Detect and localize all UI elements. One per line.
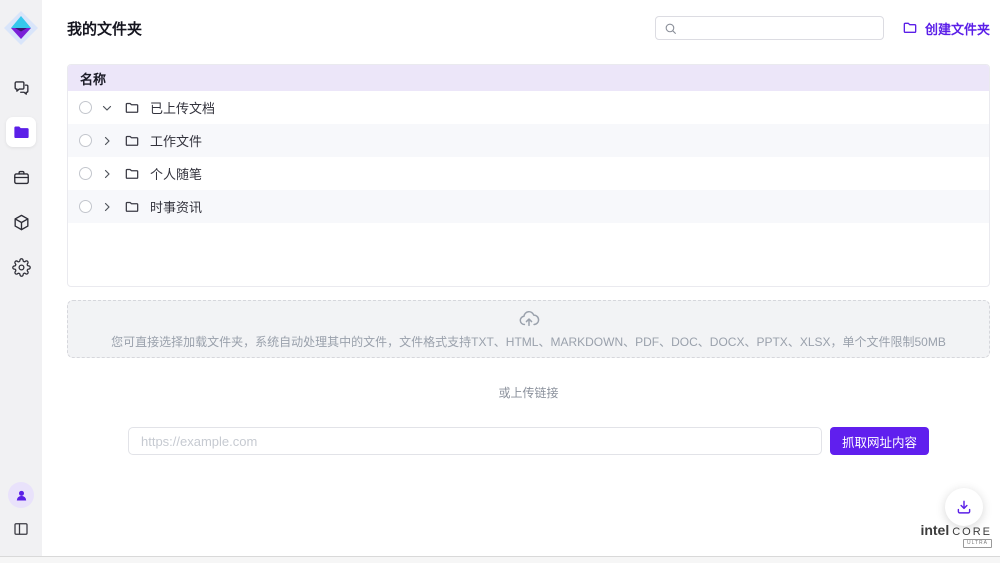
app-window: 我的文件夹 创建文件夹 bbox=[0, 0, 1000, 563]
table-header-name: 名称 bbox=[68, 65, 989, 91]
folder-table: 名称 已上传文档 bbox=[67, 64, 990, 287]
upload-dropzone[interactable]: 您可直接选择加载文件夹，系统自动处理其中的文件，文件格式支持TXT、HTML、M… bbox=[67, 300, 990, 358]
download-icon bbox=[955, 498, 973, 516]
cube-icon bbox=[12, 213, 31, 232]
person-icon bbox=[14, 488, 29, 503]
folder-row-news[interactable]: 时事资讯 bbox=[68, 190, 989, 223]
fetch-url-button[interactable]: 抓取网址内容 bbox=[830, 427, 929, 455]
folder-icon bbox=[124, 100, 140, 116]
row-checkbox[interactable] bbox=[79, 134, 92, 147]
or-upload-link-label: 或上传链接 bbox=[67, 384, 990, 401]
panel-layout-icon bbox=[12, 520, 30, 538]
folder-row-personal-notes[interactable]: 个人随笔 bbox=[68, 157, 989, 190]
ultra-badge: ultra bbox=[963, 539, 992, 548]
sidebar-item-models[interactable] bbox=[6, 207, 36, 237]
folder-row-label: 已上传文档 bbox=[150, 98, 215, 117]
gear-icon bbox=[12, 258, 31, 277]
chevron-down-icon[interactable] bbox=[100, 101, 114, 115]
search-input[interactable] bbox=[683, 21, 875, 35]
search-box bbox=[655, 16, 884, 40]
upload-hint-text: 您可直接选择加载文件夹，系统自动处理其中的文件，文件格式支持TXT、HTML、M… bbox=[111, 333, 946, 350]
chevron-right-icon[interactable] bbox=[100, 200, 114, 214]
cloud-upload-icon bbox=[518, 308, 540, 330]
folder-row-work-files[interactable]: 工作文件 bbox=[68, 124, 989, 157]
sidebar-item-toolbox[interactable] bbox=[6, 162, 36, 192]
sidebar-item-folders[interactable] bbox=[6, 117, 36, 147]
download-fab-button[interactable] bbox=[945, 488, 983, 526]
row-checkbox[interactable] bbox=[79, 200, 92, 213]
chevron-right-icon[interactable] bbox=[100, 134, 114, 148]
folder-icon bbox=[124, 199, 140, 215]
app-logo bbox=[3, 10, 39, 46]
folder-row-label: 工作文件 bbox=[150, 131, 202, 150]
sidebar-nav bbox=[6, 72, 36, 282]
folder-row-label: 时事资讯 bbox=[150, 197, 202, 216]
collapse-sidebar-button[interactable] bbox=[8, 516, 34, 542]
row-checkbox[interactable] bbox=[79, 167, 92, 180]
url-upload-row: 抓取网址内容 bbox=[128, 427, 929, 455]
intel-core-logo: intel CORE ultra bbox=[920, 522, 992, 548]
folder-icon bbox=[12, 123, 31, 142]
topbar: 我的文件夹 创建文件夹 bbox=[42, 0, 1000, 56]
page-title: 我的文件夹 bbox=[67, 18, 142, 39]
chevron-right-icon[interactable] bbox=[100, 167, 114, 181]
intel-wordmark: intel bbox=[920, 522, 949, 538]
create-folder-label: 创建文件夹 bbox=[925, 19, 990, 38]
folder-row-label: 个人随笔 bbox=[150, 164, 202, 183]
folder-icon bbox=[124, 133, 140, 149]
url-input[interactable] bbox=[128, 427, 822, 455]
sidebar-item-settings[interactable] bbox=[6, 252, 36, 282]
briefcase-icon bbox=[12, 168, 31, 187]
main-panel: 我的文件夹 创建文件夹 bbox=[42, 0, 1000, 556]
folder-plus-icon bbox=[902, 20, 918, 36]
folder-icon bbox=[124, 166, 140, 182]
search-icon bbox=[664, 22, 677, 35]
row-checkbox[interactable] bbox=[79, 101, 92, 114]
create-folder-button[interactable]: 创建文件夹 bbox=[902, 19, 990, 38]
chat-icon bbox=[12, 78, 31, 97]
window-bottom-edge bbox=[0, 556, 1000, 563]
user-avatar[interactable] bbox=[8, 482, 34, 508]
sidebar-item-chat[interactable] bbox=[6, 72, 36, 102]
sidebar bbox=[0, 0, 42, 556]
folder-row-uploaded-docs[interactable]: 已上传文档 bbox=[68, 91, 989, 124]
core-wordmark: CORE bbox=[952, 526, 992, 538]
